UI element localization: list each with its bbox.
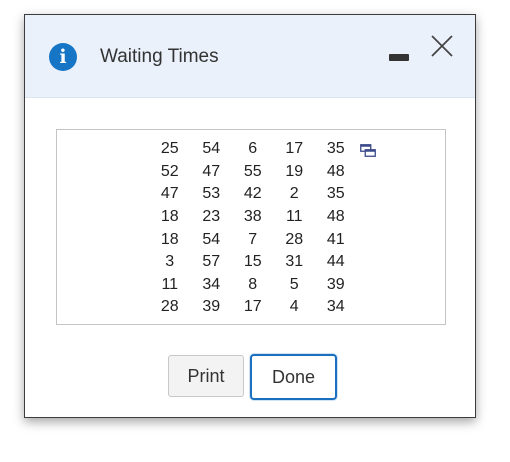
table-cell: 52	[160, 162, 179, 180]
table-cell: 39	[326, 275, 345, 293]
table-cell: 8	[248, 275, 258, 293]
table-cell: 48	[326, 208, 345, 226]
table-cell: 47	[160, 185, 179, 203]
waiting-times-dialog: i Waiting Times 25 54 6 17 35 52 47 55 19 48 47 53 4…	[24, 14, 476, 418]
table-row: 11 34 8 5 39	[149, 274, 357, 297]
minimize-icon	[389, 54, 409, 61]
table-cell: 11	[285, 208, 303, 226]
table-cell: 39	[202, 298, 221, 316]
table-cell: 47	[202, 162, 221, 180]
data-table-panel: 25 54 6 17 35 52 47 55 19 48 47 53 42 2 35 18 23 38 11 48 18…	[56, 129, 446, 325]
table-cell: 19	[285, 162, 304, 180]
table-row: 18 54 7 28 41	[149, 228, 357, 251]
table-cell: 7	[248, 230, 258, 248]
copy-icon[interactable]	[360, 144, 376, 158]
dialog-header: i Waiting Times	[25, 15, 475, 98]
table-row: 25 54 6 17 35	[149, 138, 357, 161]
table-cell: 38	[243, 208, 262, 226]
table-cell: 6	[248, 140, 258, 158]
table-cell: 18	[160, 208, 179, 226]
close-button[interactable]	[429, 33, 455, 59]
table-cell: 35	[326, 185, 345, 203]
info-icon: i	[49, 43, 77, 71]
table-cell: 31	[285, 253, 304, 271]
minimize-button[interactable]	[389, 54, 409, 63]
print-button[interactable]: Print	[168, 355, 244, 397]
table-cell: 25	[160, 140, 179, 158]
table-cell: 2	[289, 185, 299, 203]
table-cell: 54	[202, 230, 221, 248]
table-cell: 23	[202, 208, 221, 226]
table-cell: 28	[285, 230, 304, 248]
table-cell: 4	[289, 298, 299, 316]
table-cell: 41	[326, 230, 345, 248]
table-row: 52 47 55 19 48	[149, 161, 357, 184]
table-cell: 28	[160, 298, 179, 316]
table-cell: 34	[326, 298, 345, 316]
close-icon	[431, 35, 453, 57]
table-cell: 5	[289, 275, 299, 293]
table-cell: 54	[202, 140, 221, 158]
waiting-times-table: 25 54 6 17 35 52 47 55 19 48 47 53 42 2 35 18 23 38 11 48 18…	[149, 138, 357, 319]
table-cell: 15	[243, 253, 262, 271]
table-cell: 55	[243, 162, 262, 180]
table-cell: 3	[165, 253, 175, 271]
table-row: 47 53 42 2 35	[149, 183, 357, 206]
dialog-title: Waiting Times	[100, 46, 219, 67]
table-cell: 57	[202, 253, 221, 271]
table-cell: 42	[243, 185, 262, 203]
table-cell: 17	[285, 140, 304, 158]
table-cell: 48	[326, 162, 345, 180]
table-row: 28 39 17 4 34	[149, 296, 357, 319]
table-cell: 35	[326, 140, 345, 158]
table-cell: 44	[326, 253, 345, 271]
table-cell: 17	[243, 298, 262, 316]
table-cell: 18	[160, 230, 179, 248]
table-cell: 53	[202, 185, 221, 203]
done-button[interactable]: Done	[250, 354, 337, 400]
table-cell: 11	[161, 275, 179, 293]
table-row: 3 57 15 31 44	[149, 251, 357, 274]
table-cell: 34	[202, 275, 221, 293]
table-row: 18 23 38 11 48	[149, 206, 357, 229]
